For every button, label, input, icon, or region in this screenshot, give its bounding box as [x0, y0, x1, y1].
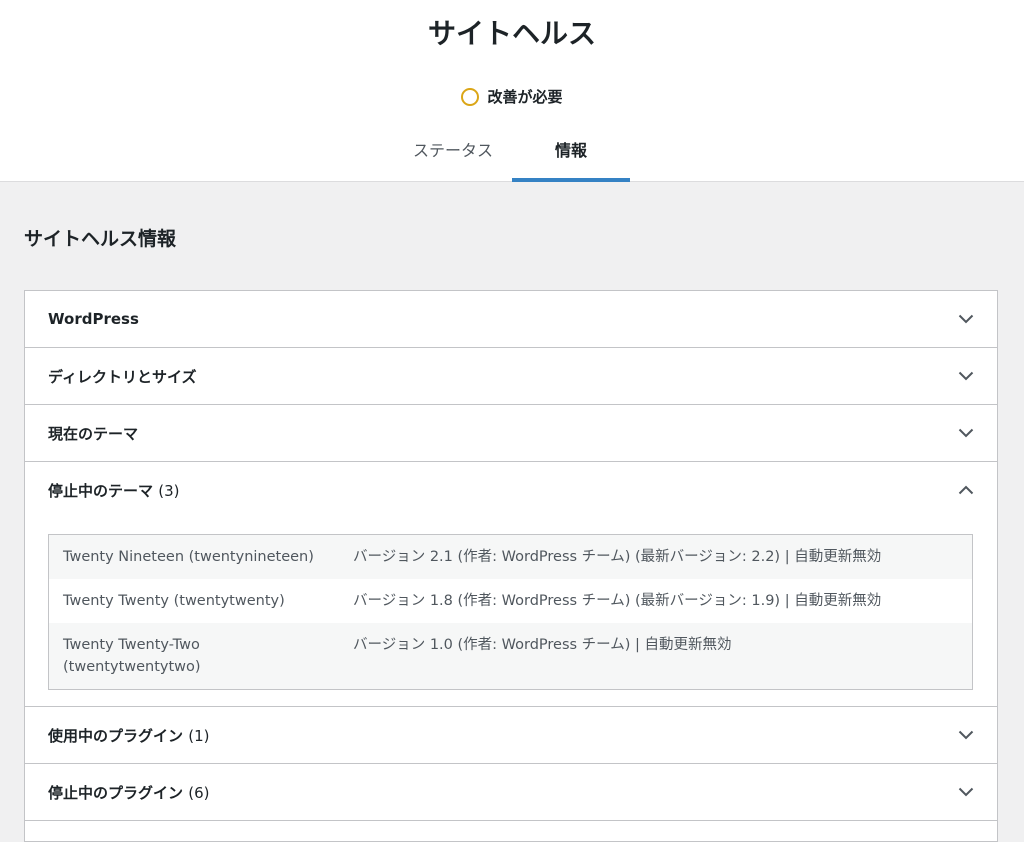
theme-name: Twenty Nineteen (twentynineteen) [63, 549, 314, 565]
accordion-label: ディレクトリとサイズ [48, 367, 197, 386]
chevron-down-icon [957, 310, 975, 328]
table-row: Twenty Twenty-Two (twentytwentytwo) バージョ… [48, 623, 973, 690]
accordion-item-inactive-plugins: 停止中のプラグイン (6) [25, 764, 997, 821]
site-health-accordion: WordPress ディレクトリとサイズ 現在のテーマ 停止中のテーマ (3) … [24, 290, 998, 842]
site-health-header: サイトヘルス 改善が必要 ステータス 情報 [0, 0, 1024, 182]
accordion-item-active-plugins: 使用中のプラグイン (1) [25, 707, 997, 764]
chevron-down-icon [957, 424, 975, 442]
accordion-label: 現在のテーマ [48, 424, 139, 443]
chevron-up-icon [957, 481, 975, 499]
accordion-toggle-active-theme[interactable]: 現在のテーマ [25, 405, 997, 461]
tab-info[interactable]: 情報 [512, 128, 630, 182]
status-label: 改善が必要 [487, 88, 563, 106]
chevron-down-icon [957, 783, 975, 801]
health-status: 改善が必要 [0, 86, 1024, 107]
accordion-item-directories: ディレクトリとサイズ [25, 348, 997, 405]
accordion-toggle-inactive-plugins[interactable]: 停止中のプラグイン (6) [25, 764, 997, 820]
accordion-label: 停止中のテーマ (3) [48, 481, 180, 500]
theme-details: バージョン 1.0 (作者: WordPress チーム) | 自動更新無効 [353, 637, 732, 653]
tab-status[interactable]: ステータス [394, 128, 512, 182]
theme-name: Twenty Twenty-Two (twentytwentytwo) [63, 637, 201, 675]
section-title: サイトヘルス情報 [24, 228, 177, 250]
accordion-toggle-active-plugins[interactable]: 使用中のプラグイン (1) [25, 707, 997, 763]
table-row: Twenty Nineteen (twentynineteen) バージョン 2… [48, 534, 973, 579]
accordion-item-active-theme: 現在のテーマ [25, 405, 997, 462]
accordion-label: WordPress [48, 310, 139, 328]
accordion-toggle-inactive-themes[interactable]: 停止中のテーマ (3) [25, 462, 997, 518]
tab-nav: ステータス 情報 [0, 128, 1024, 182]
theme-details: バージョン 1.8 (作者: WordPress チーム) (最新バージョン: … [353, 593, 882, 609]
theme-details: バージョン 2.1 (作者: WordPress チーム) (最新バージョン: … [353, 549, 882, 565]
accordion-label: 使用中のプラグイン (1) [48, 726, 210, 745]
chevron-down-icon [957, 726, 975, 744]
inactive-themes-panel: Twenty Nineteen (twentynineteen) バージョン 2… [25, 518, 997, 706]
accordion-count: (3) [158, 481, 180, 500]
accordion-label: 停止中のプラグイン (6) [48, 783, 210, 802]
chevron-down-icon [957, 367, 975, 385]
accordion-item-next [25, 821, 997, 841]
accordion-toggle-directories[interactable]: ディレクトリとサイズ [25, 348, 997, 404]
inactive-themes-table: Twenty Nineteen (twentynineteen) バージョン 2… [48, 534, 973, 690]
table-row: Twenty Twenty (twentytwenty) バージョン 1.8 (… [48, 579, 973, 623]
accordion-count: (6) [188, 783, 210, 802]
status-ring-icon [461, 87, 480, 106]
accordion-item-wordpress: WordPress [25, 291, 997, 348]
accordion-toggle-wordpress[interactable]: WordPress [25, 291, 997, 347]
theme-name: Twenty Twenty (twentytwenty) [63, 593, 285, 609]
accordion-item-inactive-themes: 停止中のテーマ (3) Twenty Nineteen (twentyninet… [25, 462, 997, 707]
page-title: サイトヘルス [427, 17, 596, 50]
accordion-count: (1) [188, 726, 210, 745]
